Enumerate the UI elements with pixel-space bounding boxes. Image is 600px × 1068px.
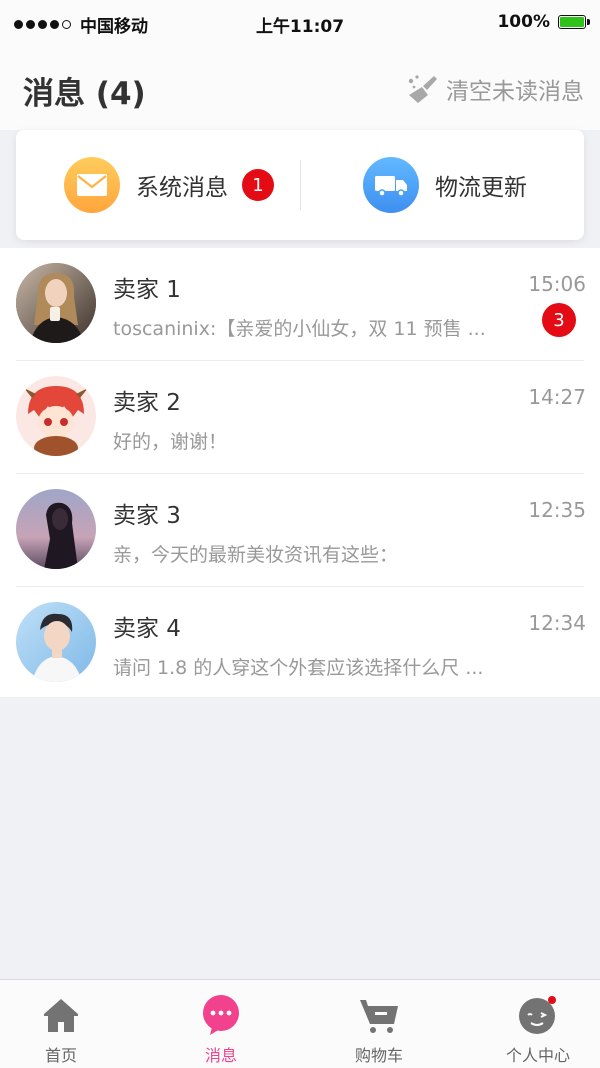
message-item[interactable]: 卖家 3 12:35 亲，今天的最新美妆资讯有这些： bbox=[0, 474, 600, 587]
home-icon bbox=[44, 999, 78, 1032]
cart-icon bbox=[360, 1000, 398, 1033]
battery-status: 100% bbox=[497, 12, 590, 32]
message-preview: 请问 1.8 的人穿这个外套应该选择什么尺 ... bbox=[113, 657, 484, 679]
message-time: 14:27 bbox=[528, 385, 586, 409]
page-title: 消息 (4) bbox=[23, 76, 146, 112]
message-item[interactable]: 卖家 1 15:06 toscaninix:【亲爱的小仙女，双 11 预售 ..… bbox=[0, 248, 600, 361]
message-time: 12:34 bbox=[528, 611, 586, 635]
message-preview: 好的，谢谢！ bbox=[113, 431, 228, 453]
battery-percent: 100% bbox=[497, 12, 550, 32]
tab-profile[interactable]: 个人中心 bbox=[463, 980, 600, 1068]
broom-icon bbox=[408, 75, 437, 103]
tab-home-label: 首页 bbox=[44, 1046, 77, 1065]
seller-name: 卖家 1 bbox=[113, 277, 181, 303]
system-messages-button[interactable]: 系统消息 1 bbox=[64, 156, 274, 214]
seller-avatar bbox=[16, 376, 96, 456]
chat-icon bbox=[203, 995, 239, 1035]
clear-unread-button[interactable]: 清空未读消息 bbox=[406, 72, 584, 106]
logistics-updates-button[interactable]: 物流更新 bbox=[363, 156, 527, 214]
page-header: 消息 (4) 清空未读消息 bbox=[0, 46, 600, 130]
message-time: 12:35 bbox=[528, 498, 586, 522]
system-messages-label: 系统消息 bbox=[136, 175, 228, 201]
message-preview: 亲，今天的最新美妆资讯有这些： bbox=[113, 544, 399, 566]
profile-icon bbox=[519, 996, 556, 1034]
mail-icon bbox=[64, 157, 120, 213]
message-item[interactable]: 卖家 4 12:34 请问 1.8 的人穿这个外套应该选择什么尺 ... bbox=[0, 587, 600, 700]
unread-count-badge: 3 bbox=[542, 303, 576, 337]
tab-profile-label: 个人中心 bbox=[505, 1046, 570, 1065]
tab-cart[interactable]: 购物车 bbox=[304, 980, 454, 1068]
tab-cart-label: 购物车 bbox=[354, 1046, 403, 1065]
message-item[interactable]: 卖家 2 14:27 好的，谢谢！ bbox=[0, 361, 600, 474]
tab-messages-label: 消息 bbox=[204, 1046, 237, 1065]
seller-avatar bbox=[16, 263, 96, 343]
bottom-tab-bar: 首页 消息 购物车 个人中心 bbox=[0, 979, 600, 1068]
seller-name: 卖家 3 bbox=[113, 503, 181, 529]
truck-icon bbox=[363, 157, 419, 213]
tab-home[interactable]: 首页 bbox=[0, 980, 136, 1068]
battery-icon bbox=[558, 15, 590, 29]
seller-avatar bbox=[16, 602, 96, 682]
seller-name: 卖家 2 bbox=[113, 390, 181, 416]
message-list: 卖家 1 15:06 toscaninix:【亲爱的小仙女，双 11 预售 ..… bbox=[0, 248, 600, 697]
quick-access-card: 系统消息 1 物流更新 bbox=[16, 130, 584, 240]
tab-messages[interactable]: 消息 bbox=[146, 980, 296, 1068]
logistics-updates-label: 物流更新 bbox=[435, 175, 527, 201]
message-time: 15:06 bbox=[528, 272, 586, 296]
seller-name: 卖家 4 bbox=[113, 616, 181, 642]
system-unread-badge: 1 bbox=[242, 169, 274, 201]
clear-unread-label: 清空未读消息 bbox=[446, 79, 584, 105]
status-bar: 中国移动 上午11:07 100% bbox=[0, 0, 600, 46]
seller-avatar bbox=[16, 489, 96, 569]
divider bbox=[300, 160, 301, 210]
message-preview: toscaninix:【亲爱的小仙女，双 11 预售 ... bbox=[113, 318, 486, 340]
